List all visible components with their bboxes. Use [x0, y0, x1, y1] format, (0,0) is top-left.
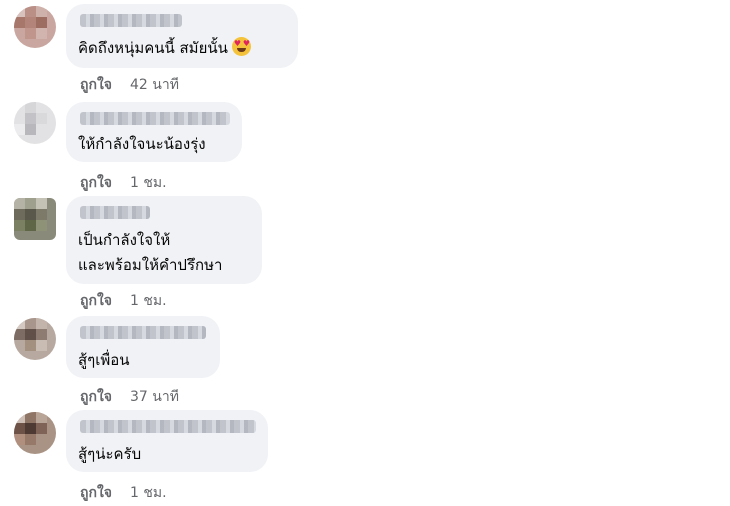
comment-timestamp[interactable]: 37 นาที	[130, 389, 179, 405]
comment-timestamp[interactable]: 1 ชม.	[130, 293, 167, 309]
avatar[interactable]	[14, 198, 56, 240]
comment-timestamp[interactable]: 1 ชม.	[130, 175, 167, 191]
comment-actions: ถูกใจ 1 ชม.	[80, 290, 167, 312]
heart-eyes-emoji-icon: ♥ ♥	[231, 37, 251, 56]
comment-text: ให้กำลังใจนะน้องรุ่ง	[78, 132, 206, 157]
comment-timestamp[interactable]: 1 ชม.	[130, 485, 167, 501]
comment-text-line: สู้ๆเพื่อน	[78, 351, 130, 369]
like-button[interactable]: ถูกใจ	[80, 485, 112, 501]
avatar[interactable]	[14, 102, 56, 144]
comment-thread: คิดถึงหนุ่มคนนี้ สมัยนั้น ♥ ♥ ถูกใจ 42 นาที…	[0, 0, 730, 506]
like-button[interactable]: ถูกใจ	[80, 77, 112, 93]
commenter-name-blurred[interactable]	[80, 420, 256, 433]
comment-text-line: คิดถึงหนุ่มคนนี้ สมัยนั้น	[78, 39, 228, 57]
comment-bubble: เป็นกำลังใจให้ และพร้อมให้คำปรึกษา	[66, 196, 262, 284]
comment-actions: ถูกใจ 1 ชม.	[80, 482, 167, 504]
comment-text-line: ให้กำลังใจนะน้องรุ่ง	[78, 135, 206, 153]
comment-bubble: ให้กำลังใจนะน้องรุ่ง	[66, 102, 242, 162]
comment-text: เป็นกำลังใจให้ และพร้อมให้คำปรึกษา	[78, 228, 222, 278]
like-button[interactable]: ถูกใจ	[80, 389, 112, 405]
comment-bubble: คิดถึงหนุ่มคนนี้ สมัยนั้น ♥ ♥	[66, 4, 298, 68]
comment-timestamp[interactable]: 42 นาที	[130, 77, 179, 93]
commenter-name-blurred[interactable]	[80, 14, 182, 27]
commenter-name-blurred[interactable]	[80, 326, 206, 339]
like-button[interactable]: ถูกใจ	[80, 175, 112, 191]
avatar[interactable]	[14, 6, 56, 48]
comment-text-line: เป็นกำลังใจให้	[78, 231, 171, 249]
comment-text-line: และพร้อมให้คำปรึกษา	[78, 256, 223, 274]
avatar[interactable]	[14, 318, 56, 360]
commenter-name-blurred[interactable]	[80, 206, 150, 219]
comment-actions: ถูกใจ 42 นาที	[80, 74, 179, 96]
avatar[interactable]	[14, 412, 56, 454]
like-button[interactable]: ถูกใจ	[80, 293, 112, 309]
comment-actions: ถูกใจ 37 นาที	[80, 386, 179, 408]
comment-text: สู้ๆน่ะครับ	[78, 442, 141, 467]
comment-text: สู้ๆเพื่อน	[78, 348, 130, 373]
comment-actions: ถูกใจ 1 ชม.	[80, 172, 167, 194]
commenter-name-blurred[interactable]	[80, 112, 230, 125]
comment-text-line: สู้ๆน่ะครับ	[78, 445, 142, 463]
comment-bubble: สู้ๆเพื่อน	[66, 316, 220, 378]
comment-bubble: สู้ๆน่ะครับ	[66, 410, 268, 472]
comment-text: คิดถึงหนุ่มคนนี้ สมัยนั้น ♥ ♥	[78, 36, 251, 61]
